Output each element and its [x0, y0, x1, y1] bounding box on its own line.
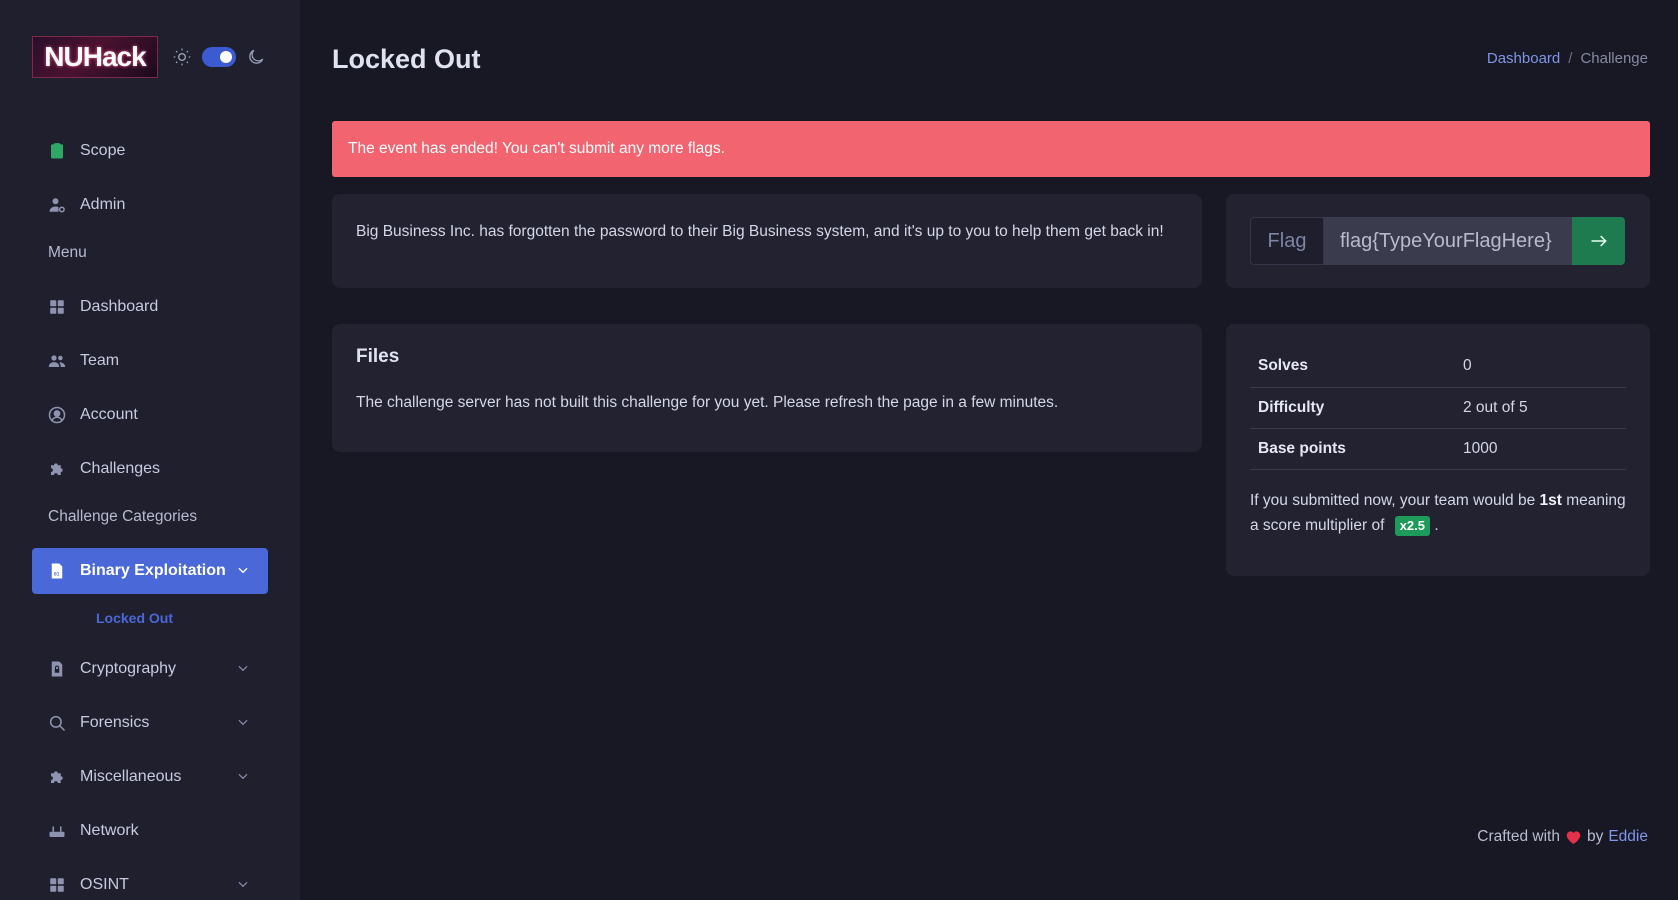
sidebar-nav: Scope Admin Menu Dashboard Team Account: [32, 128, 268, 900]
user-circle-icon: [48, 406, 66, 424]
sidebar-item-forensics[interactable]: Forensics: [32, 700, 268, 746]
sidebar-item-label: Dashboard: [80, 298, 159, 315]
sidebar-item-label: Account: [80, 406, 138, 423]
grid-icon: [50, 878, 64, 892]
note-prefix: If you submitted now, your team would be: [1250, 491, 1536, 509]
multiplier-badge: x2.5: [1394, 515, 1431, 536]
logo[interactable]: NUHack: [32, 36, 158, 78]
sun-icon: [173, 48, 191, 66]
sidebar-item-label: Admin: [80, 196, 126, 213]
user-cog-icon: [49, 198, 65, 213]
table-row: Solves 0: [1250, 346, 1626, 388]
flag-submit-card: Flag: [1226, 194, 1650, 288]
lock-file-icon: [51, 661, 63, 677]
team-rank: 1st: [1539, 491, 1562, 509]
sidebar-item-label: Binary Exploitation: [80, 562, 226, 579]
puzzle-icon: [51, 463, 63, 475]
arrow-right-icon: [1591, 235, 1607, 247]
sidebar-item-cryptography[interactable]: Cryptography: [32, 646, 268, 692]
users-icon: [48, 355, 66, 367]
sidebar-subitem-locked-out[interactable]: Locked Out: [32, 602, 268, 634]
chevron-down-icon: [238, 881, 248, 888]
sidebar-item-label: Scope: [80, 142, 126, 159]
sidebar-item-osint[interactable]: OSINT: [32, 862, 268, 900]
challenge-stats-card: Solves 0 Difficulty 2 out of 5 Base poin…: [1226, 324, 1650, 576]
sidebar-item-binary-exploitation[interactable]: 01 Binary Exploitation: [32, 548, 268, 594]
footer-by: by: [1586, 828, 1604, 845]
breadcrumb: Dashboard / Challenge: [1487, 50, 1648, 67]
sidebar-item-network[interactable]: Network: [32, 808, 268, 854]
stats-table: Solves 0 Difficulty 2 out of 5 Base poin…: [1250, 346, 1626, 470]
table-row: Difficulty 2 out of 5: [1250, 387, 1626, 429]
stat-value: 0: [1455, 346, 1626, 388]
breadcrumb-link-dashboard[interactable]: Dashboard: [1487, 50, 1560, 67]
chevron-down-icon: [238, 665, 248, 672]
sidebar-item-label: Network: [80, 822, 139, 839]
svg-text:01: 01: [54, 572, 60, 578]
files-title: Files: [356, 346, 400, 367]
event-ended-alert: The event has ended! You can't submit an…: [332, 121, 1650, 177]
footer-prefix: Crafted with: [1477, 828, 1560, 845]
sidebar-item-label: OSINT: [80, 876, 129, 893]
search-icon: [49, 715, 66, 732]
sidebar-item-miscellaneous[interactable]: Miscellaneous: [32, 754, 268, 800]
challenge-description: Big Business Inc. has forgotten the pass…: [356, 223, 1164, 240]
sidebar-item-label: Forensics: [80, 714, 150, 731]
categories-heading: Challenge Categories: [48, 508, 198, 525]
sidebar-item-dashboard[interactable]: Dashboard: [32, 284, 268, 330]
puzzle-icon: [51, 771, 63, 783]
stat-key: Difficulty: [1250, 387, 1455, 429]
stat-key: Base points: [1250, 428, 1455, 470]
breadcrumb-current: Challenge: [1580, 50, 1648, 67]
files-message: The challenge server has not built this …: [356, 394, 1059, 411]
chevron-down-icon: [238, 773, 248, 780]
sidebar-item-label: Miscellaneous: [80, 768, 182, 785]
moon-icon: [249, 49, 264, 64]
sidebar-item-account[interactable]: Account: [32, 392, 268, 438]
sidebar-item-scope[interactable]: Scope: [32, 128, 268, 174]
theme-toggle: [172, 47, 266, 67]
table-row: Base points 1000: [1250, 428, 1626, 470]
menu-heading: Menu: [48, 244, 87, 261]
heart-icon: [1566, 831, 1581, 845]
note-suffix: .: [1434, 516, 1439, 534]
binary-file-icon: 01: [51, 563, 63, 579]
sidebar-item-team[interactable]: Team: [32, 338, 268, 384]
sidebar-item-challenges[interactable]: Challenges: [32, 446, 268, 492]
flag-submit-button[interactable]: [1572, 217, 1625, 265]
flag-input[interactable]: [1324, 217, 1572, 265]
footer: Crafted with by Eddie: [1477, 828, 1648, 846]
sidebar-item-label: Challenges: [80, 460, 161, 477]
challenge-description-card: Big Business Inc. has forgotten the pass…: [332, 194, 1202, 288]
grid-icon: [50, 300, 64, 314]
chevron-down-icon: [238, 567, 248, 574]
sidebar-item-label: Team: [80, 352, 120, 369]
router-icon: [49, 826, 65, 837]
stat-key: Solves: [1250, 346, 1455, 388]
theme-switch[interactable]: [202, 47, 236, 67]
sidebar-item-admin[interactable]: Admin: [32, 182, 268, 228]
files-card: Files The challenge server has not built…: [332, 324, 1202, 452]
stat-value: 2 out of 5: [1455, 387, 1626, 429]
sidebar: NUHack Scope Admin Menu Dashboard Team A…: [0, 0, 300, 900]
main-content: Locked Out Dashboard / Challenge The eve…: [300, 0, 1678, 900]
flag-input-group: Flag: [1250, 217, 1625, 265]
chevron-down-icon: [238, 719, 248, 726]
sidebar-item-label: Cryptography: [80, 660, 177, 677]
stat-value: 1000: [1455, 428, 1626, 470]
page-title: Locked Out: [332, 44, 481, 74]
footer-author-link[interactable]: Eddie: [1608, 828, 1648, 846]
breadcrumb-separator: /: [1568, 50, 1573, 67]
clipboard-icon: [51, 143, 63, 159]
score-multiplier-note: If you submitted now, your team would be…: [1250, 488, 1626, 538]
flag-label: Flag: [1250, 217, 1324, 265]
brand: NUHack: [32, 36, 266, 78]
